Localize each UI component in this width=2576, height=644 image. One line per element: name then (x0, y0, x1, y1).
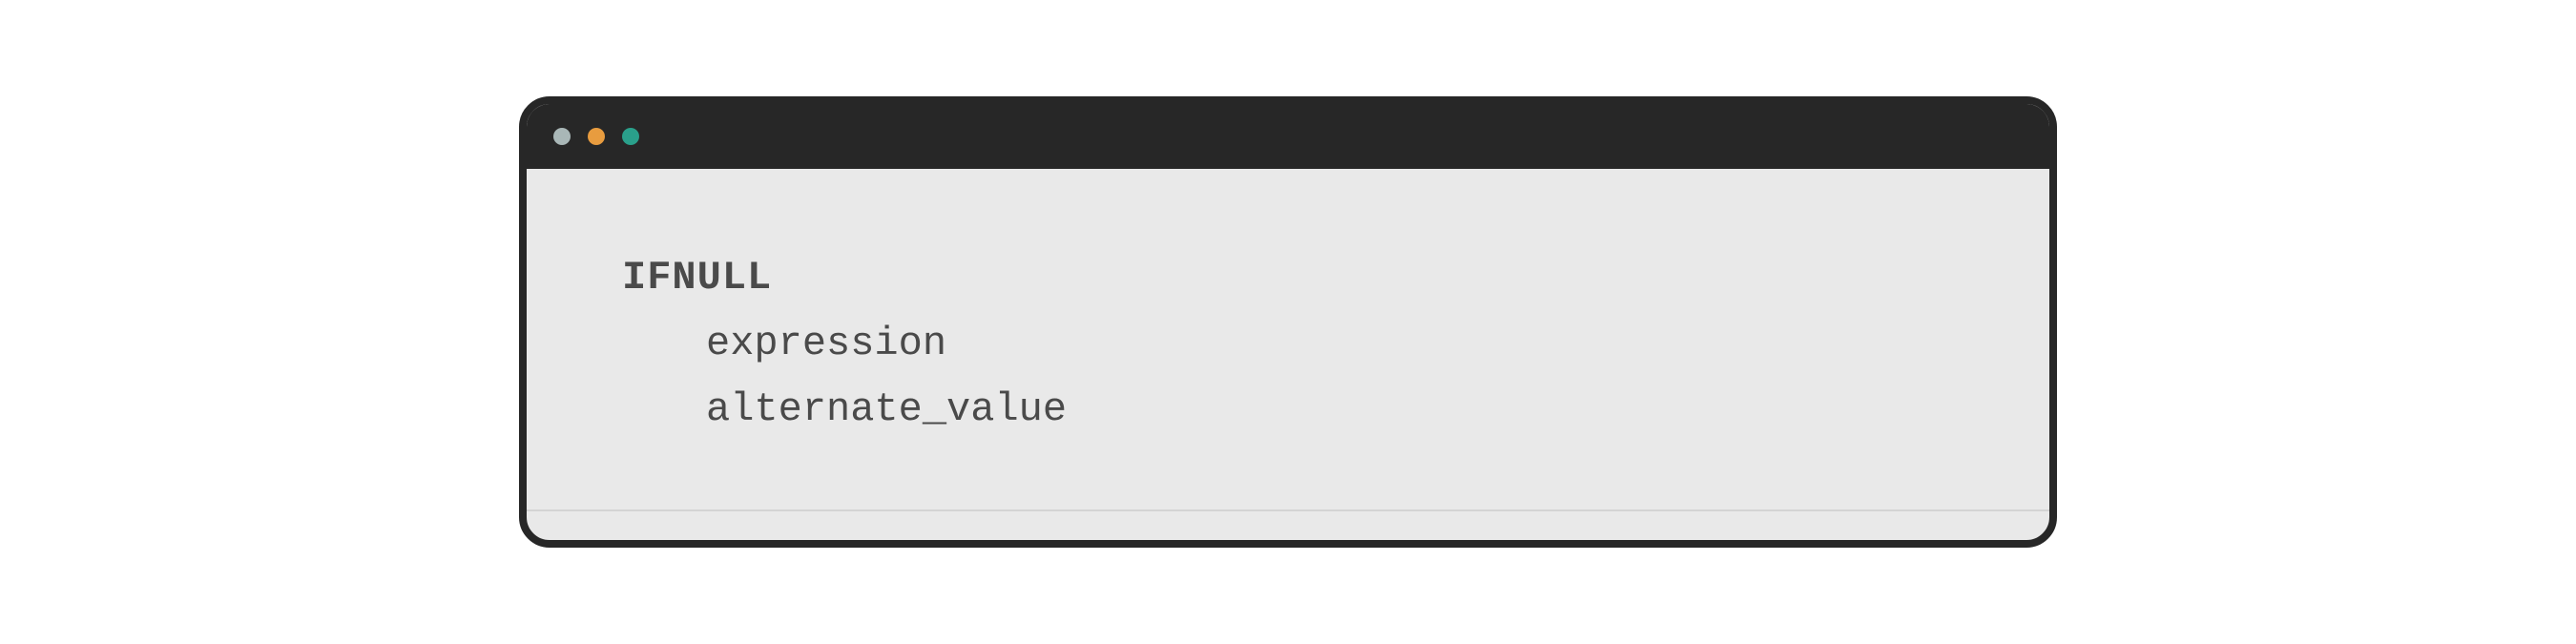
minimize-icon[interactable] (588, 128, 605, 145)
param-1: expression (622, 311, 1954, 377)
code-content: IFNULL expression alternate_value (527, 169, 2049, 482)
code-window: IFNULL expression alternate_value (519, 96, 2057, 549)
function-name: IFNULL (622, 245, 1954, 311)
footer-space (527, 511, 2049, 540)
window-titlebar (527, 104, 2049, 169)
close-icon[interactable] (553, 128, 571, 145)
param-2: alternate_value (622, 377, 1954, 443)
maximize-icon[interactable] (622, 128, 639, 145)
